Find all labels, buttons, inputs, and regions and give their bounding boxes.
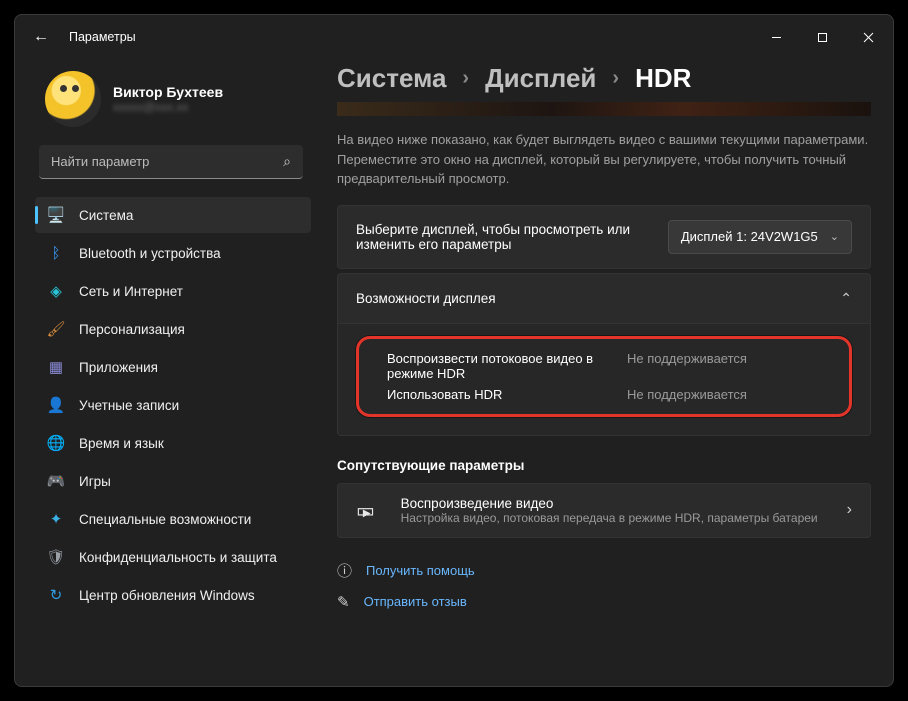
video-preview <box>337 102 871 116</box>
sidebar-item-label: Учетные записи <box>79 398 179 413</box>
help-icon: ⓘ <box>337 560 352 581</box>
video-playback-card[interactable]: ▭▶ Воспроизведение видео Настройка видео… <box>337 483 871 538</box>
sidebar-item-label: Специальные возможности <box>79 512 251 527</box>
feedback-link[interactable]: ✎ Отправить отзыв <box>337 593 871 611</box>
profile[interactable]: Виктор Бухтеев xxxxx@xxx.xx <box>35 71 311 127</box>
search: ⌕ <box>39 145 303 179</box>
sidebar-item-label: Сеть и Интернет <box>79 284 183 299</box>
nav-icon: ◈ <box>47 282 65 300</box>
capabilities-body: Воспроизвести потоковое видео в режиме H… <box>337 324 871 436</box>
nav-icon: 🖌 <box>47 320 65 338</box>
settings-window: ← Параметры Виктор Бухтеев xxxxx@xxx.xx … <box>14 14 894 687</box>
stream-hdr-value: Не поддерживается <box>627 351 821 381</box>
sidebar-item-2[interactable]: ◈ Сеть и Интернет <box>35 273 311 309</box>
feedback-label: Отправить отзыв <box>364 594 467 609</box>
stream-hdr-label: Воспроизвести потоковое видео в режиме H… <box>387 351 617 381</box>
card-subtitle: Настройка видео, потоковая передача в ре… <box>401 511 829 525</box>
help-label: Получить помощь <box>366 563 475 578</box>
titlebar: ← Параметры <box>15 15 893 59</box>
nav-icon: ↻ <box>47 586 65 604</box>
close-button[interactable] <box>845 21 891 53</box>
capabilities-expander[interactable]: Возможности дисплея ⌃ <box>337 273 871 324</box>
related-title: Сопутствующие параметры <box>337 458 871 473</box>
nav-icon: 🛡 <box>47 548 65 566</box>
nav-icon: 🖥️ <box>47 206 65 224</box>
search-input[interactable] <box>39 145 303 179</box>
search-icon: ⌕ <box>283 153 291 170</box>
sidebar-item-7[interactable]: 🎮 Игры <box>35 463 311 499</box>
crumb-system[interactable]: Система <box>337 63 446 94</box>
nav-icon: 👤 <box>47 396 65 414</box>
chevron-right-icon: › <box>847 501 852 519</box>
sidebar-item-label: Центр обновления Windows <box>79 588 255 603</box>
sidebar-item-5[interactable]: 👤 Учетные записи <box>35 387 311 423</box>
nav-icon: 🎮 <box>47 472 65 490</box>
hdr-capabilities-highlight: Воспроизвести потоковое видео в режиме H… <box>356 336 852 417</box>
chevron-right-icon: › <box>462 67 469 90</box>
nav-icon: ᛒ <box>47 244 65 262</box>
capabilities-title: Возможности дисплея <box>356 291 496 306</box>
chevron-up-icon: ⌃ <box>840 290 852 307</box>
sidebar-item-8[interactable]: ✦ Специальные возможности <box>35 501 311 537</box>
help-link[interactable]: ⓘ Получить помощь <box>337 560 871 581</box>
sidebar-item-label: Приложения <box>79 360 158 375</box>
video-icon: ▭▶ <box>356 498 383 523</box>
card-title: Воспроизведение видео <box>401 496 829 511</box>
nav-icon: ✦ <box>47 510 65 528</box>
display-selector-panel: Выберите дисплей, чтобы просмотреть или … <box>337 205 871 269</box>
sidebar-item-4[interactable]: ▦ Приложения <box>35 349 311 385</box>
nav-icon: ▦ <box>47 358 65 376</box>
sidebar-item-label: Персонализация <box>79 322 185 337</box>
sidebar-item-label: Игры <box>79 474 111 489</box>
sidebar-item-3[interactable]: 🖌 Персонализация <box>35 311 311 347</box>
use-hdr-label: Использовать HDR <box>387 387 617 402</box>
main-content: Система › Дисплей › HDR На видео ниже по… <box>315 59 893 686</box>
sidebar: Виктор Бухтеев xxxxx@xxx.xx ⌕ 🖥️ Система ᛒ… <box>15 59 315 686</box>
sidebar-item-label: Время и язык <box>79 436 164 451</box>
chevron-right-icon: › <box>612 67 619 90</box>
display-dropdown[interactable]: Дисплей 1: 24V2W1G5 ⌄ <box>668 220 852 254</box>
nav-icon: 🌐 <box>47 434 65 452</box>
breadcrumb: Система › Дисплей › HDR <box>337 63 871 94</box>
sidebar-item-6[interactable]: 🌐 Время и язык <box>35 425 311 461</box>
sidebar-item-10[interactable]: ↻ Центр обновления Windows <box>35 577 311 613</box>
window-title: Параметры <box>69 30 136 44</box>
crumb-hdr: HDR <box>635 63 691 94</box>
feedback-icon: ✎ <box>337 593 350 611</box>
minimize-button[interactable] <box>753 21 799 53</box>
crumb-display[interactable]: Дисплей <box>485 63 596 94</box>
description-text: На видео ниже показано, как будет выгляд… <box>337 130 871 189</box>
use-hdr-value: Не поддерживается <box>627 387 821 402</box>
profile-email: xxxxx@xxx.xx <box>113 100 223 114</box>
chevron-down-icon: ⌄ <box>830 230 839 243</box>
display-dropdown-value: Дисплей 1: 24V2W1G5 <box>681 229 818 244</box>
profile-name: Виктор Бухтеев <box>113 84 223 100</box>
back-button[interactable]: ← <box>33 28 49 46</box>
maximize-button[interactable] <box>799 21 845 53</box>
sidebar-item-label: Конфиденциальность и защита <box>79 550 277 565</box>
sidebar-item-9[interactable]: 🛡 Конфиденциальность и защита <box>35 539 311 575</box>
sidebar-item-label: Bluetooth и устройства <box>79 246 221 261</box>
display-select-prompt: Выберите дисплей, чтобы просмотреть или … <box>356 222 656 252</box>
sidebar-item-1[interactable]: ᛒ Bluetooth и устройства <box>35 235 311 271</box>
sidebar-item-label: Система <box>79 208 133 223</box>
sidebar-item-0[interactable]: 🖥️ Система <box>35 197 311 233</box>
avatar <box>45 71 101 127</box>
